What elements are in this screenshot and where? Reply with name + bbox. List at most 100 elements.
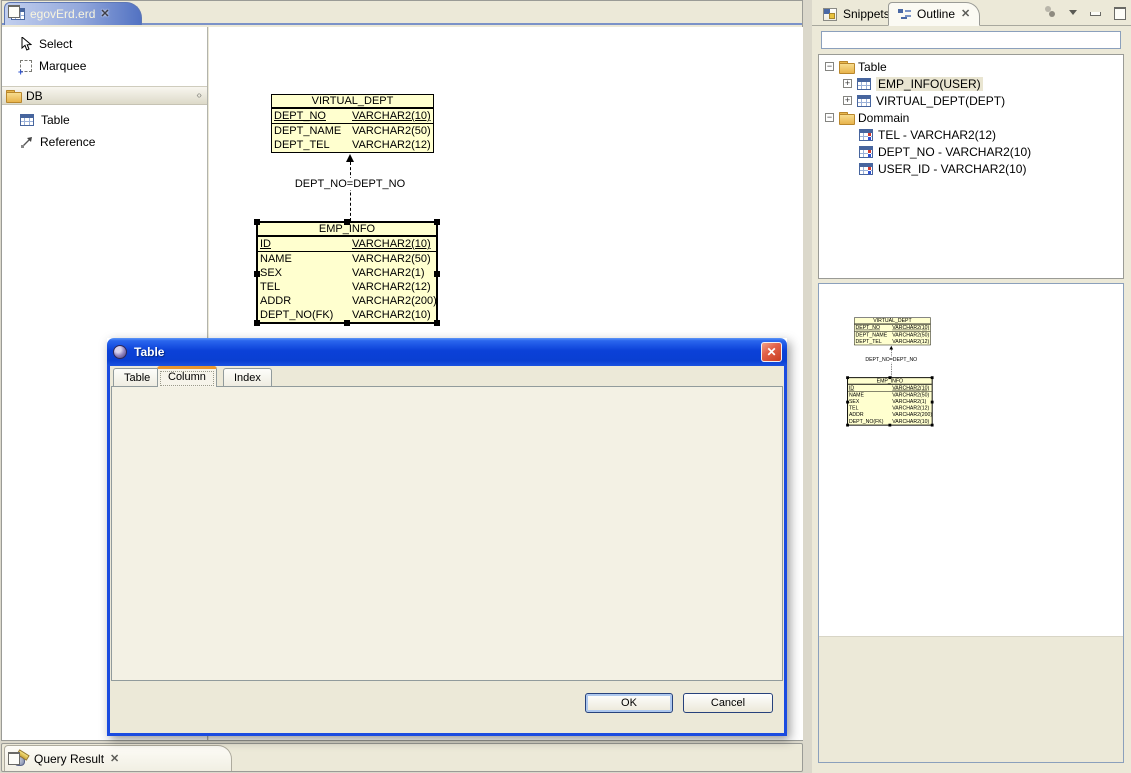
erd-column-name: TEL <box>260 280 352 294</box>
outline-tree: − Table + EMP_INFO(USER) + VIRTUAL_DEPT(… <box>818 54 1124 279</box>
erd-column-type: VARCHAR2(50) <box>352 124 431 138</box>
tree-item-label: TEL - VARCHAR2(12) <box>878 128 996 142</box>
dialog-tab-table[interactable]: Table <box>113 368 161 387</box>
tree-item-label: Dommain <box>858 111 909 125</box>
table-icon <box>857 95 871 107</box>
dialog-tab-label: Index <box>234 372 261 384</box>
dialog-tab-page <box>111 386 783 681</box>
domain-icon <box>859 146 873 158</box>
tree-item-label: EMP_INFO(USER) <box>876 77 983 91</box>
palette-item-label: Table <box>41 113 70 127</box>
tree-item-virtual-dept[interactable]: + VIRTUAL_DEPT(DEPT) <box>819 92 1123 109</box>
folder-icon <box>6 90 20 101</box>
tree-item-table-folder[interactable]: − Table <box>819 58 1123 75</box>
table-icon <box>20 114 34 126</box>
erd-table-virtual-dept[interactable]: VIRTUAL_DEPT DEPT_NOVARCHAR2(10) DEPT_NA… <box>271 94 434 153</box>
palette-item-table[interactable]: Table <box>2 109 207 131</box>
close-icon[interactable]: ✕ <box>961 9 970 19</box>
palette-tool-select[interactable]: Select <box>2 33 207 55</box>
palette-tool-label: Select <box>39 37 72 51</box>
tab-snippets[interactable]: Snippets <box>814 2 899 26</box>
erd-column-type: VARCHAR2(10) <box>352 308 431 322</box>
dialog-tab-index[interactable]: Index <box>223 368 272 387</box>
view-tab-bar: Snippets Outline ✕ <box>812 0 1131 26</box>
app-window-icon <box>113 345 127 359</box>
selection-handle[interactable] <box>344 320 350 326</box>
palette-drawer-db[interactable]: DB ‹› <box>2 86 207 105</box>
collapse-icon[interactable]: − <box>825 62 834 71</box>
palette-tool-marquee[interactable]: Marquee <box>2 55 207 77</box>
erd-column-name: DEPT_NAME <box>274 124 352 138</box>
maximize-button[interactable] <box>1113 7 1125 17</box>
tab-label: Snippets <box>843 7 890 21</box>
selection-handle[interactable] <box>434 271 440 277</box>
outline-icon <box>898 8 911 20</box>
erd-column-name: DEPT_TEL <box>274 138 352 152</box>
folder-icon <box>839 112 853 123</box>
selection-handle[interactable] <box>254 320 260 326</box>
outline-view-part: Snippets Outline ✕ − Table + EMP_INFO(US… <box>812 0 1131 773</box>
dialog-tab-column[interactable]: Column <box>157 366 217 387</box>
tab-label: Outline <box>917 7 955 21</box>
maximize-button[interactable] <box>7 5 19 15</box>
erd-column-type: VARCHAR2(10) <box>352 109 431 123</box>
relation-line[interactable] <box>350 162 351 221</box>
selection-handle[interactable] <box>434 219 440 225</box>
overview-thumbnail[interactable]: VIRTUAL_DEPT DEPT_NOVARCHAR2(10) DEPT_NA… <box>818 283 1124 763</box>
palette-drawer-label: DB <box>26 89 43 103</box>
selection-handle[interactable] <box>434 320 440 326</box>
table-dialog: Table ✕ Table Column Index Logical Colum… <box>107 338 787 736</box>
dialog-tab-label: Table <box>124 372 150 384</box>
tree-item-tel-domain[interactable]: TEL - VARCHAR2(12) <box>819 126 1123 143</box>
tree-item-label: USER_ID - VARCHAR2(10) <box>878 162 1026 176</box>
editor-tab-bar: egovErd.erd ✕ <box>2 1 802 25</box>
selection-handle[interactable] <box>254 271 260 277</box>
palette-item-reference[interactable]: Reference <box>2 131 207 153</box>
tree-item-dommain-folder[interactable]: − Dommain <box>819 109 1123 126</box>
ok-button[interactable]: OK <box>585 693 673 713</box>
selection-handle[interactable] <box>344 219 350 225</box>
tab-outline[interactable]: Outline ✕ <box>888 2 980 26</box>
cancel-button[interactable]: Cancel <box>683 693 773 713</box>
table-icon <box>857 78 871 90</box>
erd-column-type: VARCHAR2(12) <box>352 280 431 294</box>
folder-icon <box>839 61 853 72</box>
editor-tab-egoverd[interactable]: egovErd.erd ✕ <box>4 2 142 25</box>
tree-item-userid-domain[interactable]: USER_ID - VARCHAR2(10) <box>819 160 1123 177</box>
reference-arrow-icon <box>20 136 33 149</box>
close-icon[interactable]: ✕ <box>100 9 109 19</box>
minimize-button[interactable] <box>1089 7 1101 17</box>
erd-column-name: DEPT_NO(FK) <box>260 308 352 322</box>
erd-column-name: DEPT_NO <box>274 109 352 123</box>
relation-arrowhead <box>346 154 354 162</box>
select-cursor-icon <box>20 37 32 51</box>
link-with-editor-icon[interactable] <box>1043 6 1057 18</box>
dialog-tab-label: Column <box>168 371 206 383</box>
erd-table-title: EMP_INFO <box>258 223 436 237</box>
outline-filter-input[interactable] <box>821 31 1121 49</box>
tree-item-emp-info[interactable]: + EMP_INFO(USER) <box>819 75 1123 92</box>
tree-item-label: Table <box>858 60 887 74</box>
drawer-pin-icon[interactable]: ‹› <box>196 90 201 101</box>
close-icon[interactable]: ✕ <box>110 754 119 764</box>
tree-item-deptno-domain[interactable]: DEPT_NO - VARCHAR2(10) <box>819 143 1123 160</box>
dialog-close-button[interactable]: ✕ <box>761 342 782 362</box>
dialog-titlebar[interactable]: Table <box>107 338 787 366</box>
expand-icon[interactable]: + <box>843 96 852 105</box>
erd-table-emp-info[interactable]: EMP_INFO IDVARCHAR2(10) NAMEVARCHAR2(50)… <box>256 221 438 324</box>
query-result-part: Query Result ✕ <box>1 743 803 772</box>
overview-empty-area <box>819 636 1123 763</box>
maximize-button[interactable] <box>7 752 19 762</box>
tree-item-label: DEPT_NO - VARCHAR2(10) <box>878 145 1031 159</box>
collapse-icon[interactable]: − <box>825 113 834 122</box>
query-result-tab[interactable]: Query Result ✕ <box>4 745 232 771</box>
view-menu-icon[interactable] <box>1069 10 1077 15</box>
palette-tool-label: Marquee <box>39 59 86 73</box>
selection-handle[interactable] <box>254 219 260 225</box>
erd-column-type: VARCHAR2(200) <box>352 294 437 308</box>
erd-column-type: VARCHAR2(1) <box>352 266 425 280</box>
erd-column-type: VARCHAR2(10) <box>352 237 431 251</box>
view-toolbar <box>1043 6 1125 18</box>
relation-label[interactable]: DEPT_NO=DEPT_NO <box>292 178 408 190</box>
expand-icon[interactable]: + <box>843 79 852 88</box>
